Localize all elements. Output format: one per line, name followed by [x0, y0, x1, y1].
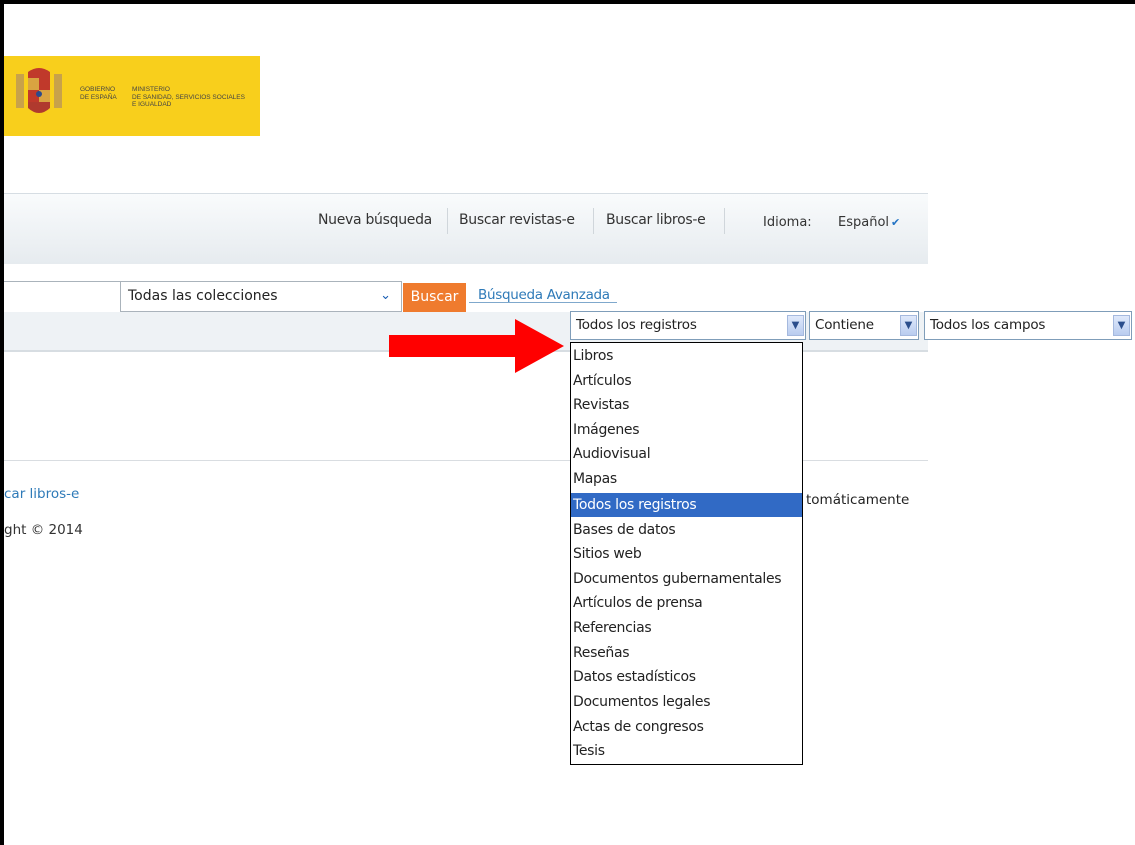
language-select[interactable]: Español ✔ [838, 215, 900, 230]
dropdown-option[interactable]: Sitios web [571, 542, 802, 566]
search-input[interactable] [4, 281, 121, 314]
language-label: Idioma: [763, 215, 812, 230]
nav-separator [593, 208, 594, 234]
dropdown-option[interactable]: Referencias [571, 616, 802, 640]
advanced-search-link[interactable]: Búsqueda Avanzada [478, 287, 610, 303]
chevron-down-icon[interactable]: ▼ [900, 315, 917, 336]
dropdown-option[interactable]: Mapas [571, 467, 802, 491]
dropdown-option[interactable]: Revistas [571, 393, 802, 417]
record-type-dropdown[interactable]: Libros Artículos Revistas Imágenes Audio… [570, 342, 803, 765]
chevron-down-icon[interactable]: ▼ [787, 315, 804, 336]
advanced-search-underline [469, 302, 617, 303]
copyright-text: ght © 2014 [4, 522, 83, 538]
nav-books-link[interactable]: Buscar libros-e [606, 212, 706, 228]
record-type-value: Todos los registros [576, 317, 697, 333]
dropdown-option[interactable]: Artículos [571, 369, 802, 393]
nav-separator [447, 208, 448, 234]
chevron-down-icon: ⌄ [380, 288, 391, 303]
dropdown-option[interactable]: Imágenes [571, 418, 802, 442]
auto-text: tomáticamente [806, 492, 910, 508]
dropdown-option[interactable]: Bases de datos [571, 518, 802, 542]
operator-value: Contiene [815, 317, 874, 333]
field-select[interactable]: Todos los campos ▼ [924, 311, 1132, 340]
government-label: GOBIERNO DE ESPAÑA [80, 86, 117, 101]
nav-new-search-link[interactable]: Nueva búsqueda [318, 212, 432, 228]
chevron-down-icon: ✔ [891, 216, 901, 229]
chevron-down-icon[interactable]: ▼ [1113, 315, 1130, 336]
dropdown-option[interactable]: Datos estadísticos [571, 665, 802, 689]
nav-separator [724, 208, 725, 234]
dropdown-option-selected[interactable]: Todos los registros [571, 493, 802, 517]
nav-journals-link[interactable]: Buscar revistas-e [459, 212, 575, 228]
coat-of-arms-icon [16, 68, 62, 113]
dropdown-option[interactable]: Libros [571, 344, 802, 368]
language-value: Español [838, 215, 890, 230]
collection-select[interactable]: Todas las colecciones ⌄ [120, 281, 402, 312]
collection-value: Todas las colecciones [128, 288, 278, 304]
operator-select[interactable]: Contiene ▼ [809, 311, 919, 340]
dropdown-option[interactable]: Reseñas [571, 641, 802, 665]
dropdown-option[interactable]: Actas de congresos [571, 715, 802, 739]
field-value: Todos los campos [930, 317, 1046, 333]
dropdown-option[interactable]: Documentos legales [571, 690, 802, 714]
footer-books-link[interactable]: car libros-e [4, 486, 79, 502]
dropdown-option[interactable]: Artículos de prensa [571, 591, 802, 615]
dropdown-option[interactable]: Documentos gubernamentales [571, 567, 802, 591]
ministry-label: MINISTERIO DE SANIDAD, SERVICIOS SOCIALE… [132, 86, 245, 108]
frame-top-border [0, 0, 1135, 4]
dropdown-option[interactable]: Tesis [571, 739, 802, 763]
dropdown-option[interactable]: Audiovisual [571, 442, 802, 466]
record-type-select[interactable]: Todos los registros ▼ [570, 311, 806, 340]
search-button[interactable]: Buscar [403, 283, 466, 312]
red-arrow-icon [389, 319, 564, 373]
ministry-logo: GOBIERNO DE ESPAÑA MINISTERIO DE SANIDAD… [4, 56, 260, 136]
